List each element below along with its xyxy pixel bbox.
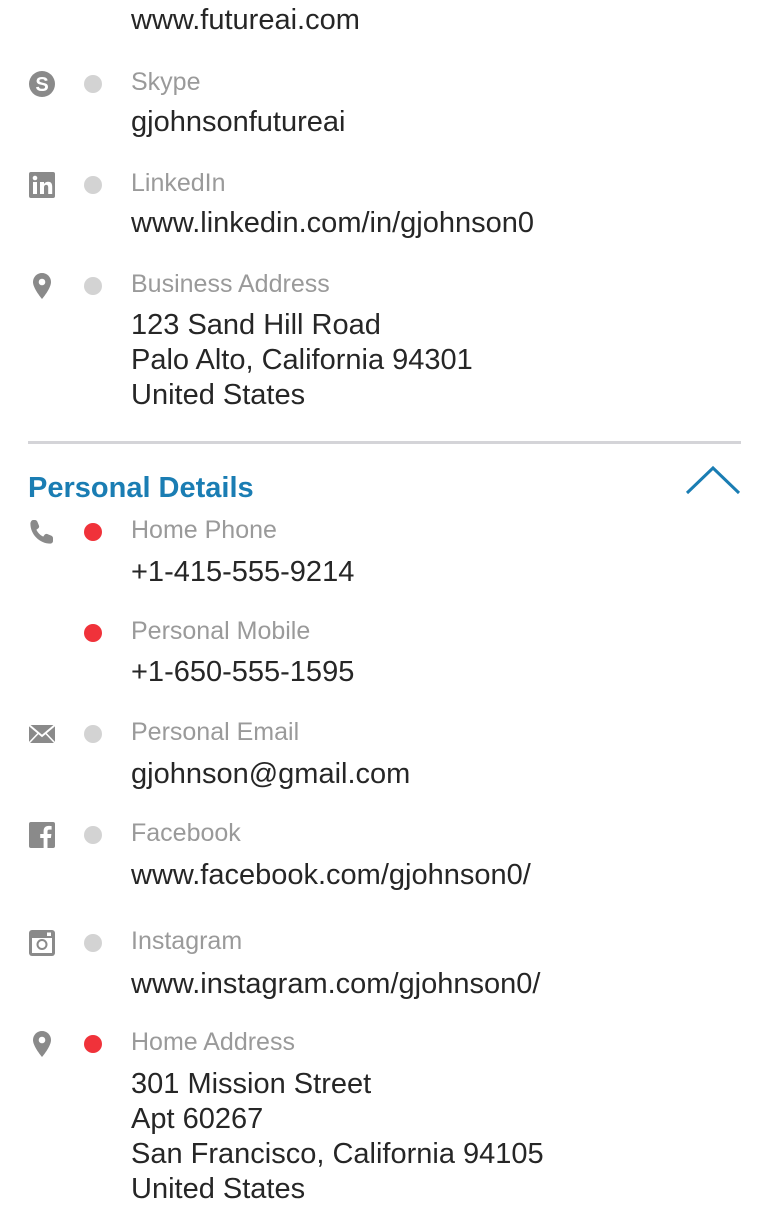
- skype-icon: S: [26, 68, 58, 100]
- instagram-label: Instagram: [131, 927, 243, 955]
- status-dot: [84, 725, 102, 743]
- facebook-value[interactable]: www.facebook.com/gjohnson0/: [131, 859, 531, 892]
- status-dot: [84, 1035, 102, 1053]
- website-value[interactable]: www.futureai.com: [131, 4, 360, 37]
- address-line: 301 Mission Street: [131, 1068, 372, 1100]
- personal-details-title[interactable]: Personal Details: [28, 472, 254, 505]
- address-line: 123 Sand Hill Road: [131, 309, 381, 341]
- personal-mobile-value[interactable]: +1-650-555-1595: [131, 656, 354, 689]
- location-pin-icon: [26, 270, 58, 302]
- personal-mobile-label: Personal Mobile: [131, 617, 311, 645]
- address-line: San Francisco, California 94105: [131, 1138, 544, 1170]
- phone-icon: [26, 516, 58, 548]
- instagram-value[interactable]: www.instagram.com/gjohnson0/: [131, 968, 540, 1001]
- linkedin-label: LinkedIn: [131, 169, 226, 197]
- status-dot: [84, 934, 102, 952]
- business-address-value[interactable]: 123 Sand Hill Road Palo Alto, California…: [131, 308, 473, 413]
- facebook-label: Facebook: [131, 819, 241, 847]
- skype-label: Skype: [131, 68, 201, 96]
- status-dot: [84, 277, 102, 295]
- skype-value[interactable]: gjohnsonfutureai: [131, 106, 345, 139]
- status-dot: [84, 523, 102, 541]
- home-phone-label: Home Phone: [131, 516, 277, 544]
- business-address-label: Business Address: [131, 270, 330, 298]
- home-address-label: Home Address: [131, 1028, 295, 1056]
- svg-text:S: S: [35, 74, 48, 96]
- status-dot: [84, 176, 102, 194]
- instagram-icon: [26, 927, 58, 959]
- status-dot: [84, 826, 102, 844]
- status-dot: [84, 624, 102, 642]
- status-dot: [84, 75, 102, 93]
- linkedin-icon: [26, 169, 58, 201]
- address-line: Palo Alto, California 94301: [131, 344, 473, 376]
- home-phone-value[interactable]: +1-415-555-9214: [131, 556, 354, 589]
- chevron-up-icon[interactable]: [684, 464, 742, 496]
- home-address-value[interactable]: 301 Mission Street Apt 60267 San Francis…: [131, 1067, 544, 1207]
- personal-email-value[interactable]: gjohnson@gmail.com: [131, 758, 410, 791]
- personal-email-label: Personal Email: [131, 718, 300, 746]
- facebook-icon: [26, 819, 58, 851]
- linkedin-value[interactable]: www.linkedin.com/in/gjohnson0: [131, 207, 534, 240]
- address-line: United States: [131, 379, 306, 411]
- address-line: Apt 60267: [131, 1103, 264, 1135]
- address-line: United States: [131, 1173, 306, 1205]
- envelope-icon: [26, 718, 58, 750]
- location-pin-icon: [26, 1028, 58, 1060]
- section-divider: [28, 441, 741, 444]
